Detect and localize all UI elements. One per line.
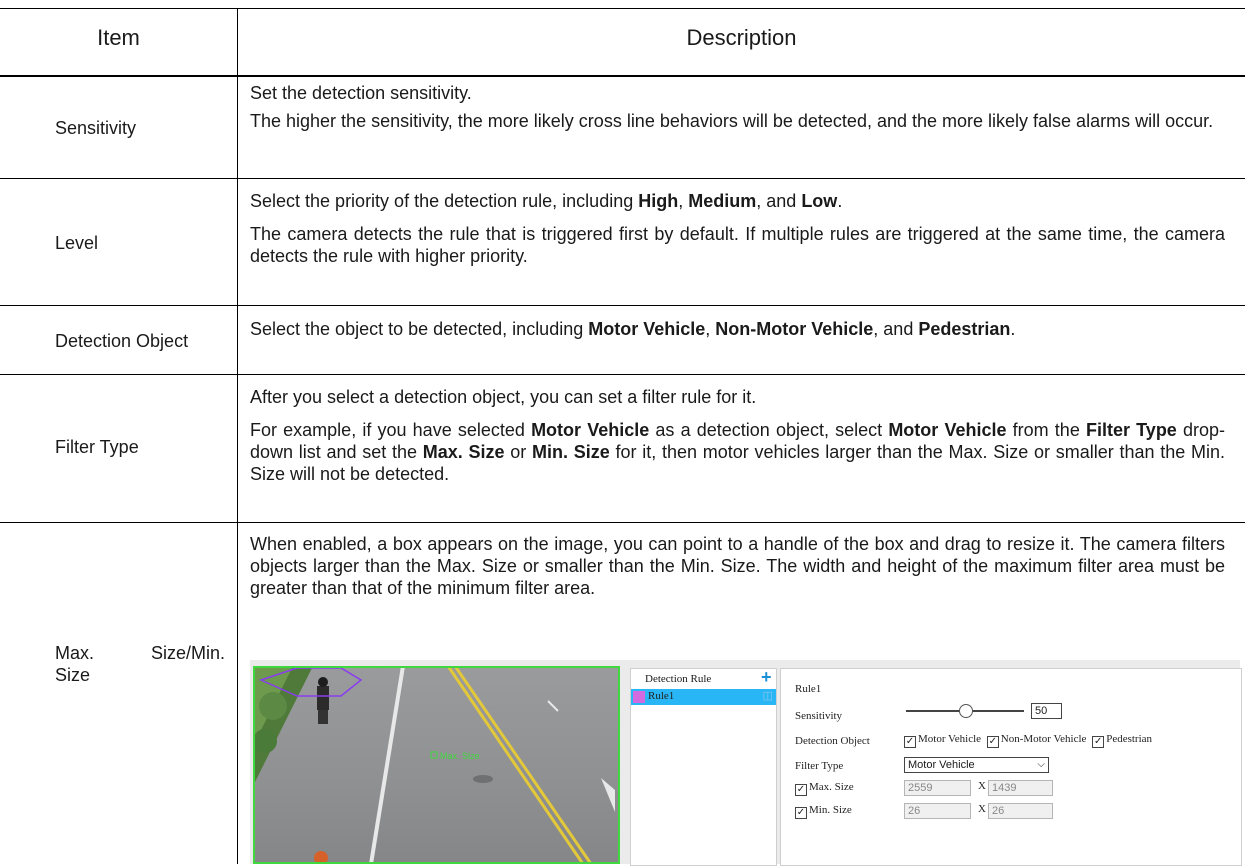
embedded-screenshot: Max. Size Detection Rule + Rule1 ◫ Rule1… — [250, 660, 1242, 866]
detection-rule-title: Detection Rule — [645, 673, 712, 685]
max-height-input[interactable]: 1439 — [988, 780, 1053, 796]
max-size-checkbox[interactable]: ✓ Max. Size — [795, 781, 854, 796]
row-desc-sensitivity: Set the detection sensitivity. The highe… — [250, 82, 1225, 132]
header-item: Item — [97, 25, 140, 50]
paragraph: Set the detection sensitivity. — [250, 83, 472, 103]
detection-rule-panel: Detection Rule + Rule1 ◫ — [630, 667, 777, 866]
sensitivity-value-input[interactable]: 50 — [1031, 703, 1062, 719]
min-size-checkbox[interactable]: ✓ Min. Size — [795, 804, 852, 819]
row-desc-level: Select the priority of the detection rul… — [250, 190, 1225, 267]
rule-list-item[interactable]: Rule1 ◫ — [631, 689, 776, 705]
plus-icon[interactable]: + — [761, 667, 772, 688]
trash-icon[interactable]: ◫ — [763, 689, 773, 702]
row-desc-detection-object: Select the object to be detected, includ… — [250, 318, 1225, 340]
detection-object-checkboxes: ✓ Motor Vehicle ✓ Non-Motor Vehicle ✓ Pedes… — [904, 733, 1152, 748]
rule-name: Rule1 — [648, 690, 675, 702]
paragraph: For example, if you have selected Motor … — [250, 420, 1226, 484]
row-divider — [0, 305, 1245, 306]
paragraph: When enabled, a box appears on the image… — [250, 534, 1225, 598]
motor-vehicle-checkbox[interactable]: ✓ Motor Vehicle — [904, 733, 981, 748]
rule-settings-title: Rule1 — [795, 683, 822, 695]
row-divider — [0, 522, 1245, 523]
rule-settings-panel: Rule1 Sensitivity 50 Detection Object ✓ M… — [780, 668, 1242, 866]
row-item-filter-type: Filter Type — [55, 437, 139, 457]
pedestrian-checkbox[interactable]: ✓ Pedestrian — [1092, 733, 1152, 748]
min-width-input[interactable]: 26 — [904, 803, 971, 819]
row-item-detection-object: Detection Object — [55, 331, 189, 351]
header-description: Description — [686, 25, 797, 50]
row-divider — [0, 178, 1245, 179]
dimension-separator: X — [978, 803, 986, 815]
column-divider — [237, 8, 238, 864]
detection-object-label: Detection Object — [795, 735, 870, 747]
row-divider — [0, 374, 1245, 375]
rule-color-swatch — [633, 691, 645, 703]
row-item-level: Level — [55, 233, 99, 253]
max-width-input[interactable]: 2559 — [904, 780, 971, 796]
non-motor-vehicle-checkbox[interactable]: ✓ Non-Motor Vehicle — [986, 733, 1086, 748]
paragraph: After you select a detection object, you… — [250, 387, 757, 407]
row-desc-filter-type: After you select a detection object, you… — [250, 386, 1225, 485]
sensitivity-slider-handle[interactable] — [959, 704, 973, 718]
filter-type-select[interactable]: Motor Vehicle ⌵ — [904, 757, 1049, 773]
max-size-filter-box[interactable] — [253, 666, 620, 864]
paragraph: The camera detects the rule that is trig… — [250, 224, 1225, 266]
chevron-down-icon: ⌵ — [1037, 759, 1045, 770]
sensitivity-label: Sensitivity — [795, 710, 843, 722]
row-item-sensitivity: Sensitivity — [55, 118, 137, 138]
dimension-separator: X — [978, 780, 986, 792]
row-item-max-min-size: Max. Size/Min. Size — [55, 643, 225, 685]
filter-type-label: Filter Type — [795, 760, 844, 772]
row-desc-max-min-size: When enabled, a box appears on the image… — [250, 533, 1225, 599]
paragraph: Select the object to be detected, includ… — [250, 319, 1016, 339]
paragraph: Select the priority of the detection rul… — [250, 191, 843, 211]
paragraph: The higher the sensitivity, the more lik… — [250, 111, 1214, 131]
min-height-input[interactable]: 26 — [988, 803, 1053, 819]
